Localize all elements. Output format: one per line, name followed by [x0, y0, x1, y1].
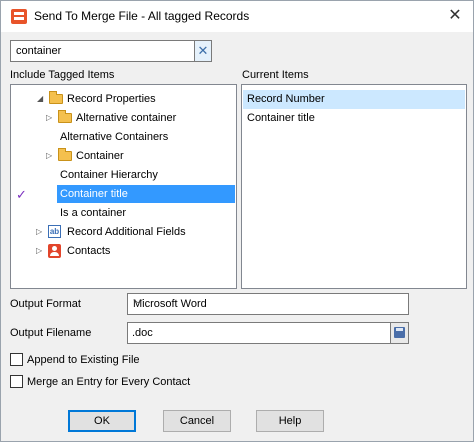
- current-item-record-number[interactable]: Record Number: [243, 90, 465, 109]
- tree-item-label: Contacts: [67, 245, 111, 257]
- help-button[interactable]: Help: [256, 410, 324, 432]
- window-title: Send To Merge File - All tagged Records: [34, 9, 250, 23]
- ok-button[interactable]: OK: [68, 410, 136, 432]
- merge-dialog: Send To Merge File - All tagged Records …: [0, 0, 474, 442]
- output-filename-value: .doc: [132, 327, 153, 339]
- folder-icon: [49, 91, 63, 104]
- checkmark-icon: ✓: [16, 187, 27, 202]
- tree-item-alternative-container[interactable]: ▷ Alternative container: [41, 109, 231, 127]
- tree-item-label: Is a container: [60, 207, 127, 219]
- tree-item-label: Alternative container: [76, 112, 177, 124]
- close-icon[interactable]: ✕: [441, 5, 469, 27]
- expand-triangle-icon[interactable]: ▷: [46, 147, 54, 165]
- output-filename-label: Output Filename: [10, 327, 92, 339]
- title-bar: Send To Merge File - All tagged Records …: [1, 1, 473, 32]
- append-existing-label: Append to Existing File: [27, 354, 140, 366]
- merge-every-contact-checkbox[interactable]: [10, 375, 23, 388]
- expand-triangle-icon[interactable]: ▷: [36, 223, 44, 241]
- output-format-label: Output Format: [10, 298, 81, 310]
- append-existing-checkbox[interactable]: [10, 353, 23, 366]
- include-tagged-items-label: Include Tagged Items: [10, 69, 115, 81]
- cancel-button[interactable]: Cancel: [163, 410, 231, 432]
- tree-item-label: Container title: [60, 188, 128, 200]
- expand-triangle-icon[interactable]: ▷: [36, 242, 44, 260]
- tree-item-record-additional-fields[interactable]: ▷ ab Record Additional Fields: [31, 223, 231, 241]
- merge-document-icon: [11, 9, 27, 24]
- tree-item-is-a-container[interactable]: Is a container: [60, 204, 230, 222]
- tree-item-label: Alternative Containers: [60, 131, 169, 143]
- tree-item-alternative-containers[interactable]: Alternative Containers: [60, 128, 230, 146]
- clear-search-icon[interactable]: ✕: [194, 40, 212, 62]
- text-field-icon: ab: [48, 225, 61, 238]
- tree-item-label: Container: [76, 150, 124, 162]
- folder-icon: [58, 110, 72, 123]
- tree-item-label: Container Hierarchy: [60, 169, 158, 181]
- output-format-select[interactable]: Microsoft Word ﹀: [127, 293, 409, 315]
- expand-triangle-icon[interactable]: ▷: [46, 109, 54, 127]
- tree-item-contacts[interactable]: ▷ Contacts: [31, 242, 231, 260]
- tree-item-label: Record Additional Fields: [67, 226, 186, 238]
- collapse-triangle-icon[interactable]: ◢: [37, 90, 45, 108]
- chevron-down-icon[interactable]: ﹀: [133, 296, 403, 311]
- save-disk-icon: [394, 327, 405, 338]
- browse-file-button[interactable]: [390, 322, 409, 344]
- current-item-label: Record Number: [247, 93, 325, 105]
- search-input-value: container: [16, 45, 62, 57]
- tree-item-label: Record Properties: [67, 93, 156, 105]
- output-filename-input[interactable]: .doc: [127, 322, 391, 344]
- current-item-container-title[interactable]: Container title: [243, 109, 465, 128]
- tree-item-container-title[interactable]: Container title: [57, 185, 235, 203]
- tree-item-record-properties[interactable]: ◢ Record Properties: [31, 90, 231, 108]
- tree-item-container[interactable]: ▷ Container: [41, 147, 231, 165]
- merge-every-contact-label: Merge an Entry for Every Contact: [27, 376, 191, 388]
- current-items-label: Current Items: [242, 69, 309, 81]
- contact-icon: [48, 244, 61, 258]
- search-input[interactable]: container: [10, 40, 196, 62]
- tree-item-container-hierarchy[interactable]: Container Hierarchy: [60, 166, 230, 184]
- current-item-label: Container title: [247, 112, 315, 124]
- folder-icon: [58, 148, 72, 161]
